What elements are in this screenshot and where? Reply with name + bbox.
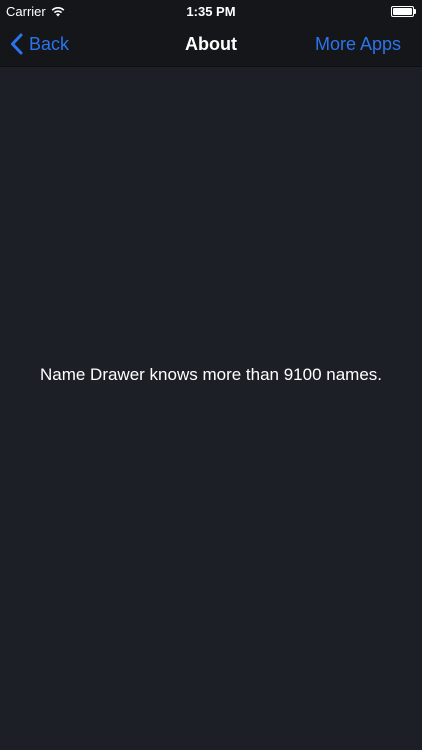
battery-tip — [414, 9, 416, 14]
about-message: Name Drawer knows more than 9100 names. — [39, 365, 383, 384]
screen: Carrier 1:35 PM Back About More Apps Nam… — [0, 0, 422, 750]
battery-icon — [391, 6, 416, 17]
navigation-bar: Back About More Apps — [0, 22, 422, 66]
status-bar: Carrier 1:35 PM — [0, 0, 422, 22]
top-bars: Carrier 1:35 PM Back About More Apps — [0, 0, 422, 67]
clock: 1:35 PM — [186, 4, 236, 19]
battery-fill — [393, 8, 412, 15]
more-apps-button[interactable]: More Apps — [315, 22, 401, 66]
